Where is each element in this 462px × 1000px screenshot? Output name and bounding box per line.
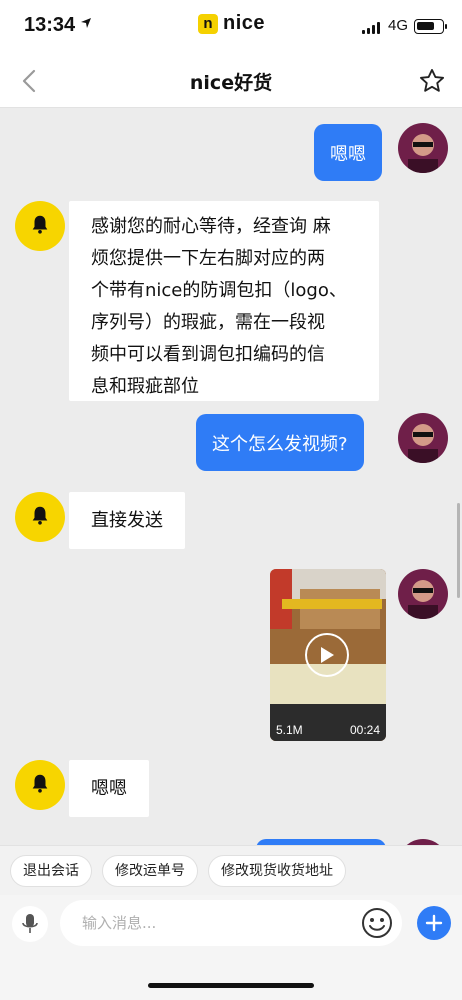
plus-icon[interactable] xyxy=(417,906,451,940)
video-message[interactable]: 5.1M 00:24 xyxy=(270,569,386,741)
quick-reply-tracking[interactable]: 修改运单号 xyxy=(102,854,198,887)
video-size: 5.1M xyxy=(276,723,303,737)
message-line: 感谢您的耐心等待，经查询 麻 xyxy=(91,216,331,237)
logo-mark: n xyxy=(198,13,218,34)
signal-icon xyxy=(362,22,380,34)
avatar[interactable] xyxy=(15,492,65,542)
avatar[interactable] xyxy=(398,569,448,619)
message-line: 息和瑕疵部位 xyxy=(91,376,199,397)
network-type: 4G xyxy=(388,17,409,34)
avatar[interactable] xyxy=(398,123,448,173)
star-icon[interactable] xyxy=(416,64,448,98)
message-text: 嗯嗯 xyxy=(91,778,127,799)
message-bubble[interactable]: 这个怎么发视频? xyxy=(196,414,364,471)
message-line: 个带有nice的防调包扣（logo、 xyxy=(91,280,347,301)
bell-icon xyxy=(29,504,51,530)
status-bar: 13:34 n nice 4G xyxy=(0,0,462,54)
play-icon[interactable] xyxy=(305,633,349,677)
scrollbar[interactable] xyxy=(457,503,460,598)
status-time: 13:34 xyxy=(24,14,76,36)
quick-reply-bar: 退出会话 修改运单号 修改现货收货地址 xyxy=(0,845,462,895)
nav-bar: nice好货 xyxy=(0,54,462,108)
chat-area[interactable]: 嗯嗯 感谢您的耐心等待，经查询 麻 烦您提供一下左右脚对应的两 个带有nice的… xyxy=(0,108,462,845)
message-bubble[interactable]: 嗯嗯 xyxy=(69,760,149,817)
message-bubble[interactable]: 直接发送 xyxy=(69,492,185,549)
logo-text: nice xyxy=(223,12,266,34)
emoji-icon[interactable] xyxy=(360,906,394,940)
video-duration: 00:24 xyxy=(349,723,380,737)
message-line: 序列号）的瑕疵，需在一段视 xyxy=(91,312,325,333)
app-logo: n nice xyxy=(198,12,265,35)
microphone-icon[interactable] xyxy=(12,906,48,942)
location-arrow-icon xyxy=(80,17,92,33)
battery-level xyxy=(417,22,434,30)
bell-icon xyxy=(29,772,51,798)
message-input[interactable] xyxy=(60,900,402,946)
message-text: 直接发送 xyxy=(91,510,163,531)
avatar[interactable] xyxy=(15,201,65,251)
message-line: 烦您提供一下左右脚对应的两 xyxy=(91,248,325,269)
quick-reply-exit[interactable]: 退出会话 xyxy=(10,854,92,887)
battery-icon xyxy=(414,19,447,34)
message-text: 嗯嗯 xyxy=(330,143,366,165)
input-bar xyxy=(0,895,462,1000)
home-indicator[interactable] xyxy=(148,983,314,988)
message-text: 这个怎么发视频? xyxy=(212,433,348,455)
message-bubble[interactable]: 嗯嗯 xyxy=(314,124,382,181)
avatar[interactable] xyxy=(398,413,448,463)
message-line: 频中可以看到调包扣编码的信 xyxy=(91,344,325,365)
quick-reply-address[interactable]: 修改现货收货地址 xyxy=(208,854,346,887)
avatar[interactable] xyxy=(15,760,65,810)
bell-icon xyxy=(29,213,51,239)
message-bubble[interactable]: 感谢您的耐心等待，经查询 麻 烦您提供一下左右脚对应的两 个带有nice的防调包… xyxy=(69,201,379,401)
page-title: nice好货 xyxy=(189,72,273,94)
